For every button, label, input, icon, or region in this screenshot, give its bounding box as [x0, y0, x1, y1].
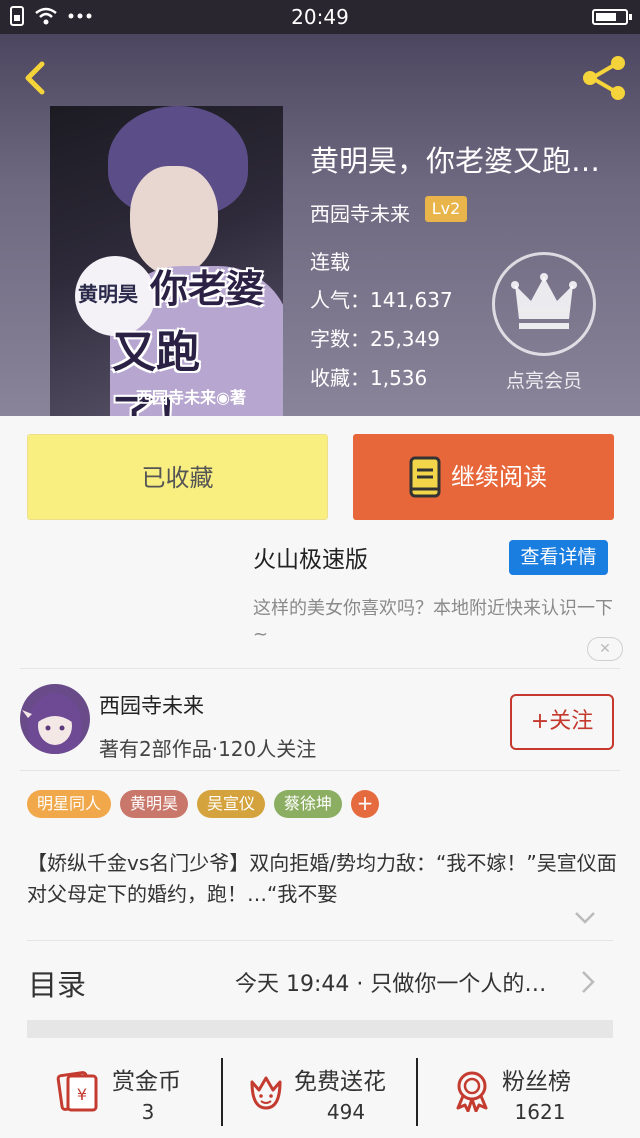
- tag-item[interactable]: 蔡徐坤: [274, 790, 343, 818]
- tag-list: 明星同人 黄明昊 吴宣仪 蔡徐坤 +: [27, 790, 380, 818]
- author-name[interactable]: 西园寺未来: [99, 690, 204, 720]
- medal-icon: [456, 1071, 488, 1112]
- coin-envelope-icon: ¥: [56, 1071, 98, 1112]
- continue-reading-label: 继续阅读: [451, 463, 547, 491]
- cover-author: 西园寺未来◉著: [136, 388, 246, 407]
- section-separator: [27, 1020, 613, 1038]
- share-icon[interactable]: [578, 52, 630, 104]
- author-meta: 著有2部作品·120人关注: [99, 737, 317, 761]
- book-author[interactable]: 西园寺未来: [310, 198, 410, 227]
- ad-text[interactable]: 这样的美女你喜欢吗？本地附近快来认识一下~: [253, 596, 625, 648]
- latest-chapter[interactable]: 今天 19:44 · 只做你一个人的盖世英雄: [235, 966, 565, 998]
- catalog-label[interactable]: 目录: [28, 962, 86, 1004]
- divider: [221, 1058, 223, 1126]
- status-bar: 20:49: [0, 0, 640, 34]
- level-badge: Lv2: [425, 196, 467, 222]
- popularity-stat: 人气：141,637: [310, 288, 453, 312]
- fan-ranking-label: 粉丝榜: [502, 1069, 571, 1095]
- book-cover[interactable]: 黄明昊 你老婆 又跑了！ 西园寺未来◉著: [50, 106, 283, 416]
- cover-title-big-1: 你老婆: [150, 266, 265, 311]
- clock: 20:49: [291, 5, 349, 29]
- book-header: 黄明昊 你老婆 又跑了！ 西园寺未来◉著 黄明昊，你老婆又跑了！ 西园寺未来 L…: [0, 34, 640, 416]
- send-flower-value: 494: [326, 1100, 366, 1124]
- back-icon[interactable]: [14, 56, 58, 100]
- tag-item[interactable]: 明星同人: [27, 790, 112, 818]
- divider: [20, 668, 620, 669]
- cover-title-small: 黄明昊: [78, 282, 138, 306]
- send-flower-label: 免费送花: [294, 1069, 386, 1095]
- tag-item[interactable]: 吴宣仪: [197, 790, 266, 818]
- book-intro[interactable]: 【娇纵千金vs名门少爷】双向拒婚/势均力敌：“我不嫁！”吴宣仪面对父母定下的婚约…: [27, 848, 621, 910]
- favorites-stat: 收藏：1,536: [310, 366, 428, 390]
- divider: [27, 940, 613, 941]
- follow-button[interactable]: +关注: [510, 694, 614, 750]
- svg-text:¥: ¥: [77, 1085, 87, 1104]
- battery-icon: [592, 9, 632, 25]
- reward-coins-value: 3: [141, 1100, 155, 1124]
- send-flower-item[interactable]: 免费送花 494: [244, 1058, 404, 1130]
- divider: [20, 770, 620, 771]
- serial-status: 连载: [310, 250, 350, 274]
- fan-ranking-item[interactable]: 粉丝榜 1621: [450, 1058, 590, 1130]
- crown-icon: [511, 273, 577, 329]
- divider: [416, 1058, 418, 1126]
- flower-icon: [250, 1076, 282, 1110]
- add-tag-button[interactable]: +: [351, 790, 380, 818]
- chevron-down-icon[interactable]: [574, 910, 596, 926]
- fan-ranking-value: 1621: [514, 1100, 566, 1124]
- word-count-stat: 字数：25,349: [310, 327, 440, 351]
- ad-close-icon[interactable]: ✕: [587, 637, 623, 661]
- tag-item[interactable]: 黄明昊: [120, 790, 189, 818]
- chevron-right-icon[interactable]: [581, 970, 595, 994]
- author-avatar[interactable]: [20, 684, 90, 754]
- continue-reading-button[interactable]: 继续阅读: [353, 434, 614, 520]
- book-icon: [409, 456, 441, 498]
- book-title: 黄明昊，你老婆又跑了！: [310, 144, 626, 178]
- ad-title[interactable]: 火山极速版: [253, 540, 368, 574]
- reward-coins-label: 赏金币: [112, 1069, 181, 1095]
- ad-details-button[interactable]: 查看详情: [509, 540, 608, 575]
- favorited-button[interactable]: 已收藏: [27, 434, 328, 520]
- vip-button[interactable]: [492, 252, 596, 356]
- vip-label[interactable]: 点亮会员: [482, 366, 606, 393]
- reward-coins-item[interactable]: ¥ 赏金币 3: [56, 1058, 196, 1130]
